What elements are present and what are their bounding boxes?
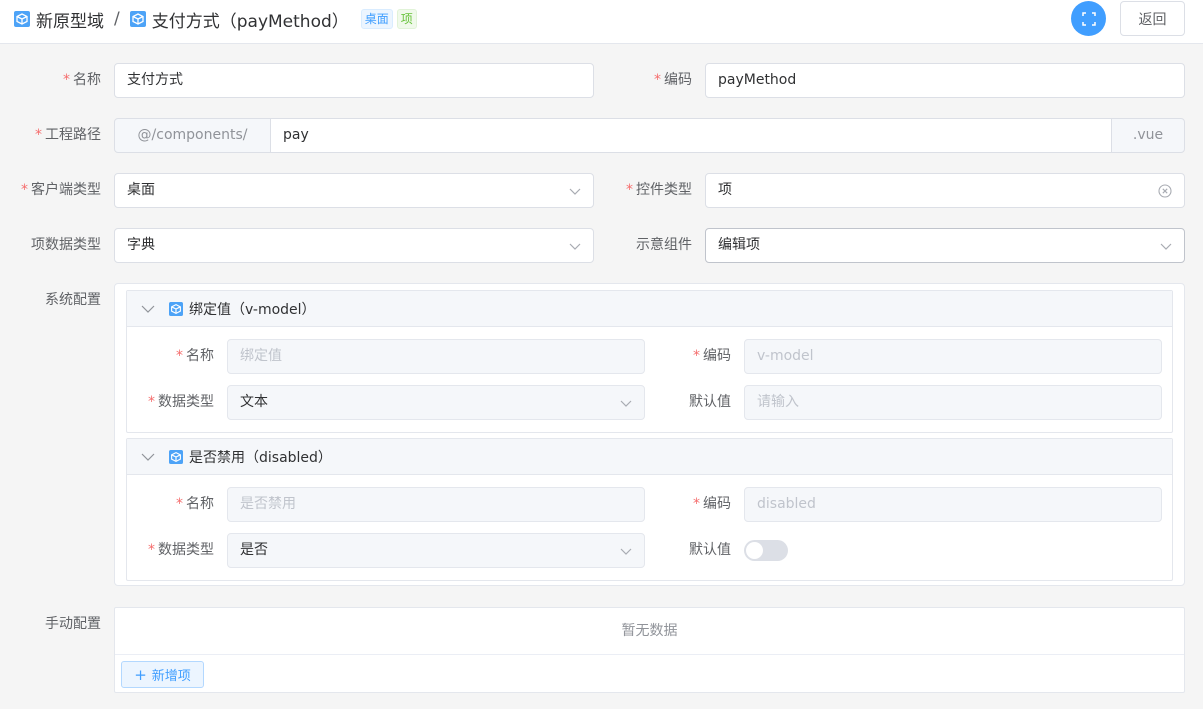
data-type-label: * 数据类型: [148, 542, 214, 558]
item-data-type-value: 字典: [127, 237, 155, 253]
chevron-down-icon: [1160, 240, 1172, 252]
default-value-switch[interactable]: [744, 540, 788, 561]
fullscreen-button[interactable]: [1071, 1, 1106, 36]
page-header: 新原型域 / 支付方式（payMethod） 桌面 项 返回: [0, 0, 1203, 44]
add-item-label: 新增项: [151, 669, 191, 684]
name-label: * 名称: [176, 348, 214, 364]
item-data-type-select[interactable]: 字典: [114, 228, 594, 263]
name-input[interactable]: 支付方式: [114, 63, 594, 98]
code-label: * 编码: [693, 348, 731, 364]
cube-icon: [169, 302, 183, 316]
plus-icon: +: [134, 665, 147, 684]
config-item-disabled: 是否禁用（disabled） * 名称 是否禁用 * 编码 disabled * 数据…: [126, 438, 1173, 581]
config-item-header[interactable]: 是否禁用（disabled）: [127, 439, 1172, 475]
cube-icon: [130, 11, 146, 27]
manual-config-table: 暂无数据 + 新增项: [114, 607, 1185, 693]
code-label: * 编码: [654, 72, 692, 88]
chevron-down-icon: [141, 453, 155, 461]
cube-icon: [14, 11, 30, 27]
item-data-type-label: 项数据类型: [31, 237, 101, 253]
config-item-title: 绑定值（v-model）: [189, 301, 316, 318]
demo-component-value: 编辑项: [718, 237, 760, 253]
empty-text: 暂无数据: [115, 608, 1184, 655]
chevron-down-icon: [569, 240, 581, 252]
path-label: * 工程路径: [35, 127, 101, 143]
system-config-label: 系统配置: [45, 292, 101, 308]
chevron-down-icon: [620, 545, 632, 557]
breadcrumb-domain[interactable]: 新原型域: [36, 7, 104, 32]
demo-component-select[interactable]: 编辑项: [705, 228, 1185, 263]
chevron-down-icon: [141, 305, 155, 313]
path-prefix: @/components/: [114, 118, 271, 153]
code-input[interactable]: payMethod: [705, 63, 1185, 98]
breadcrumb: 新原型域 / 支付方式（payMethod） 桌面 项: [14, 7, 417, 32]
back-button[interactable]: 返回: [1120, 1, 1185, 36]
client-type-select[interactable]: 桌面: [114, 173, 594, 208]
fullscreen-icon: [1081, 11, 1096, 26]
cube-icon: [169, 450, 183, 464]
client-type-label: * 客户端类型: [21, 182, 101, 198]
default-value-input[interactable]: 请输入: [744, 385, 1162, 420]
config-item-v-model: 绑定值（v-model） * 名称 绑定值 * 编码 v-model * 数据类型 文…: [126, 290, 1173, 433]
data-type-value: 是否: [240, 542, 268, 558]
control-type-select[interactable]: 项: [705, 173, 1185, 208]
code-input[interactable]: v-model: [744, 339, 1162, 374]
name-input[interactable]: 绑定值: [227, 339, 645, 374]
demo-component-label: 示意组件: [636, 237, 692, 253]
client-type-value: 桌面: [127, 182, 155, 198]
control-type-label: * 控件类型: [626, 182, 692, 198]
system-config-panel: 绑定值（v-model） * 名称 绑定值 * 编码 v-model * 数据类型 文…: [114, 283, 1185, 586]
default-value-label: 默认值: [689, 394, 731, 410]
breadcrumb-separator: /: [114, 9, 120, 29]
data-type-value: 文本: [240, 394, 268, 410]
code-label: * 编码: [693, 496, 731, 512]
config-item-header[interactable]: 绑定值（v-model）: [127, 291, 1172, 327]
clear-icon[interactable]: [1158, 184, 1172, 198]
config-item-title: 是否禁用（disabled）: [189, 449, 332, 466]
control-type-tag: 项: [396, 9, 417, 29]
manual-config-label: 手动配置: [45, 616, 101, 632]
default-value-label: 默认值: [689, 542, 731, 558]
page-title: 支付方式（payMethod）: [151, 11, 349, 32]
chevron-down-icon: [569, 185, 581, 197]
client-type-tag: 桌面: [360, 9, 393, 29]
chevron-down-icon: [620, 397, 632, 409]
path-suffix: .vue: [1111, 118, 1185, 153]
control-type-value: 项: [718, 182, 732, 198]
data-type-label: * 数据类型: [148, 394, 214, 410]
name-label: * 名称: [63, 72, 101, 88]
data-type-select[interactable]: 是否: [227, 533, 645, 568]
add-item-button[interactable]: + 新增项: [121, 661, 204, 688]
data-type-select[interactable]: 文本: [227, 385, 645, 420]
path-input[interactable]: pay: [270, 118, 1112, 153]
name-label: * 名称: [176, 496, 214, 512]
name-input[interactable]: 是否禁用: [227, 487, 645, 522]
code-input[interactable]: disabled: [744, 487, 1162, 522]
